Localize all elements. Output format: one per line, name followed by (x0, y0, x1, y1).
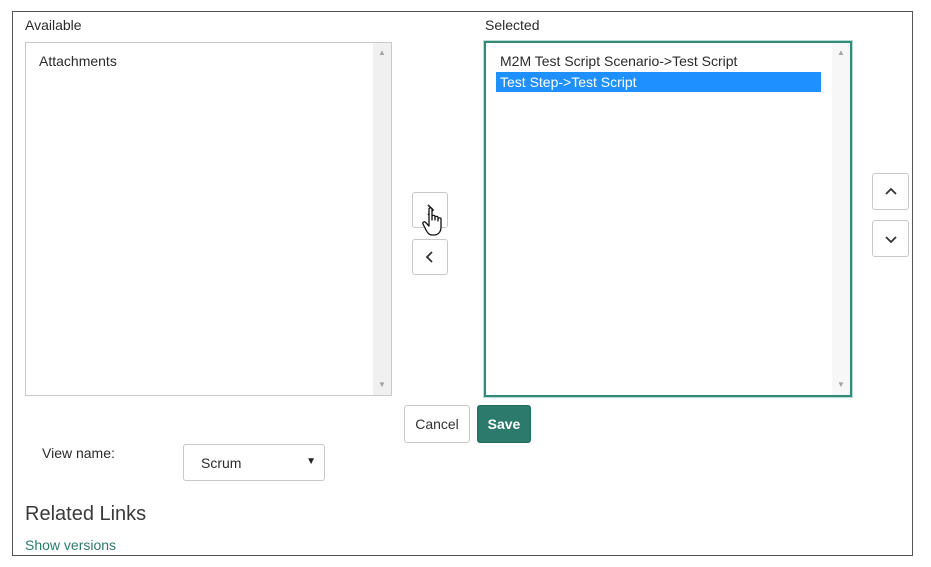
selected-scrollbar[interactable]: ▲ ▼ (832, 43, 850, 395)
available-label: Available (25, 17, 82, 33)
show-versions-link[interactable]: Show versions (25, 537, 116, 553)
related-links-heading: Related Links (25, 503, 147, 525)
scroll-up-icon[interactable]: ▲ (373, 46, 391, 60)
dropdown-caret-icon: ▼ (306, 456, 316, 467)
selected-listbox[interactable]: M2M Test Script Scenario->Test Script Te… (484, 41, 852, 397)
selected-item-highlighted[interactable]: Test Step->Test Script (496, 72, 821, 92)
cancel-button[interactable]: Cancel (404, 405, 470, 443)
scroll-down-icon[interactable]: ▼ (832, 378, 850, 392)
view-name-label: View name: (42, 445, 115, 461)
move-down-button[interactable] (872, 220, 909, 257)
chevron-down-icon (884, 235, 897, 243)
move-up-button[interactable] (872, 173, 909, 210)
available-listbox[interactable]: Attachments ▲ ▼ (25, 42, 392, 396)
available-scrollbar[interactable]: ▲ ▼ (373, 43, 391, 395)
save-button[interactable]: Save (477, 405, 531, 443)
chevron-up-icon (884, 187, 897, 195)
selected-item[interactable]: M2M Test Script Scenario->Test Script (496, 51, 741, 71)
view-name-value: Scrum (201, 455, 242, 471)
scroll-up-icon[interactable]: ▲ (832, 46, 850, 60)
available-item-attachments[interactable]: Attachments (35, 51, 121, 71)
remove-from-selected-button[interactable] (412, 239, 448, 275)
view-name-select[interactable]: Scrum ▼ (183, 444, 325, 481)
scroll-down-icon[interactable]: ▼ (373, 378, 391, 392)
chevron-left-icon (425, 251, 433, 263)
hand-cursor-icon (422, 207, 442, 236)
selected-label: Selected (485, 17, 540, 33)
